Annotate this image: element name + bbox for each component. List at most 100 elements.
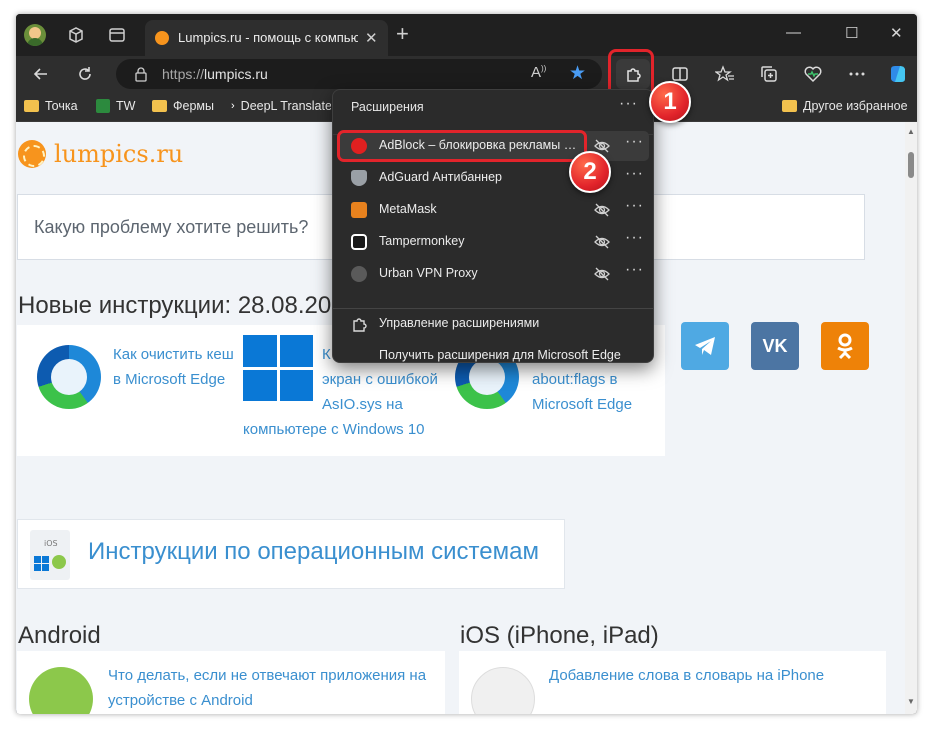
page-scrollbar[interactable]: ▲ ▼ xyxy=(905,122,917,714)
edge-logo-icon xyxy=(37,345,101,409)
odnoklassniki-icon[interactable] xyxy=(821,322,869,370)
scroll-down-icon[interactable]: ▼ xyxy=(907,697,915,706)
extension-name: Urban VPN Proxy xyxy=(379,266,478,280)
address-bar[interactable]: https://lumpics.ru A)) ★ xyxy=(116,59,602,89)
close-window-button[interactable]: ✕ xyxy=(890,24,903,42)
hidden-eye-icon[interactable] xyxy=(593,233,611,251)
folder-icon xyxy=(152,100,167,112)
tab-actions-icon[interactable] xyxy=(107,25,127,45)
urban-vpn-icon xyxy=(351,266,367,282)
search-placeholder: Какую проблему хотите решить? xyxy=(34,217,309,237)
android-link-line[interactable]: устройстве с Android xyxy=(108,688,253,713)
android-link-line[interactable]: Что делать, если не отвечают приложения … xyxy=(108,663,426,688)
url-prefix: https:// xyxy=(162,66,205,82)
extension-name: Tampermonkey xyxy=(379,234,465,248)
news-line: Как очистить кеш xyxy=(113,346,234,363)
manage-extensions-item[interactable]: Управление расширениями xyxy=(351,310,641,338)
logo-text: lumpics.ru xyxy=(54,140,184,168)
favorites-icon[interactable] xyxy=(713,62,737,86)
windows-logo-icon xyxy=(243,335,313,401)
manage-puzzle-icon xyxy=(353,318,367,332)
site-logo[interactable]: lumpics.ru xyxy=(18,140,183,168)
scroll-up-icon[interactable]: ▲ xyxy=(907,127,915,136)
browser-essentials-icon[interactable] xyxy=(801,62,825,86)
minimize-button[interactable]: — xyxy=(786,24,801,41)
extension-more-icon[interactable]: ··· xyxy=(625,261,644,279)
news-line[interactable]: экран с ошибкой xyxy=(322,367,438,392)
bookmark-label: Другое избранное xyxy=(803,99,908,113)
bookmark-fermy[interactable]: Фермы xyxy=(152,99,214,113)
extension-more-icon[interactable]: ··· xyxy=(625,165,644,183)
collections-icon[interactable] xyxy=(757,62,781,86)
news-line[interactable]: about:flags в xyxy=(532,367,618,392)
tab-close-icon[interactable]: ✕ xyxy=(365,29,378,47)
bookmark-label: Фермы xyxy=(173,99,214,113)
news-link-edge-cache[interactable]: Как очистить кеш в Microsoft Edge xyxy=(113,342,243,392)
apple-phone-icon xyxy=(471,667,535,714)
hidden-eye-icon[interactable] xyxy=(593,201,611,219)
news-line: в Microsoft Edge xyxy=(113,371,226,388)
bookmark-other-favorites[interactable]: Другое избранное xyxy=(782,99,908,113)
favorite-star-icon[interactable]: ★ xyxy=(569,62,586,85)
tab-lumpics[interactable]: Lumpics.ru - помощь с компьюте ✕ xyxy=(145,20,388,56)
get-extensions-item[interactable]: Получить расширения для Microsoft Edge xyxy=(351,342,641,370)
svg-text:iOS: iOS xyxy=(44,539,58,548)
ios-heading: iOS (iPhone, iPad) xyxy=(460,622,659,649)
android-robot-icon xyxy=(29,667,93,714)
scroll-thumb[interactable] xyxy=(908,152,914,178)
folder-icon xyxy=(782,100,797,112)
bookmark-label: TW xyxy=(116,99,136,113)
ios-article-card[interactable]: Добавление слова в словарь на iPhone xyxy=(459,651,886,714)
bookmark-label: DeepL Translate xyxy=(240,99,331,113)
back-button[interactable] xyxy=(29,62,53,86)
orange-logo-icon xyxy=(18,140,46,168)
new-tab-button[interactable]: + xyxy=(396,23,409,45)
title-bar: Lumpics.ru - помощь с компьюте ✕ + — ☐ ✕ xyxy=(16,14,917,56)
workspaces-icon[interactable] xyxy=(66,25,86,45)
popup-more-icon[interactable]: ··· xyxy=(619,95,638,113)
toolbar: https://lumpics.ru A)) ★ xyxy=(16,49,917,97)
deepl-icon: › xyxy=(231,100,235,112)
profile-avatar[interactable] xyxy=(24,24,46,46)
url-text[interactable]: https://lumpics.ru xyxy=(162,66,268,82)
maximize-button[interactable]: ☐ xyxy=(845,24,858,42)
news-line[interactable]: Microsoft Edge xyxy=(532,392,632,417)
telegram-icon[interactable] xyxy=(681,322,729,370)
refresh-button[interactable] xyxy=(73,62,97,86)
os-section-title: Инструкции по операционным системам xyxy=(88,538,539,565)
metamask-fox-icon xyxy=(351,202,367,218)
extension-name: MetaMask xyxy=(379,202,437,216)
new-instructions-heading: Новые инструкции: 28.08.2023 xyxy=(18,292,358,319)
news-line[interactable]: AsIO.sys на xyxy=(322,392,403,417)
android-heading: Android xyxy=(18,622,101,649)
ios-link[interactable]: Добавление слова в словарь на iPhone xyxy=(549,663,824,688)
news-line[interactable]: К xyxy=(322,342,331,367)
os-icon: iOS xyxy=(30,530,70,580)
read-aloud-icon[interactable]: A)) xyxy=(531,64,546,81)
copilot-icon[interactable] xyxy=(886,62,910,86)
bookmark-tochka[interactable]: Точка xyxy=(24,99,78,113)
hidden-eye-icon[interactable] xyxy=(593,265,611,283)
adguard-shield-icon xyxy=(351,170,367,186)
os-instructions-card[interactable]: iOS Инструкции по операционным системам xyxy=(17,519,565,589)
extension-more-icon[interactable]: ··· xyxy=(625,229,644,247)
vk-icon[interactable]: VK xyxy=(751,322,799,370)
bookmark-label: Точка xyxy=(45,99,78,113)
extension-more-icon[interactable]: ··· xyxy=(625,133,644,151)
news-line[interactable]: компьютере с Windows 10 xyxy=(243,417,425,442)
settings-more-icon[interactable] xyxy=(845,62,869,86)
extension-row-tampermonkey[interactable]: Tampermonkey ··· xyxy=(339,227,649,257)
extension-name: AdGuard Антибаннер xyxy=(379,170,502,184)
bookmark-tw[interactable]: TW xyxy=(96,99,135,113)
tab-title: Lumpics.ru - помощь с компьюте xyxy=(178,30,358,45)
folder-icon xyxy=(24,100,39,112)
step-badge-2: 2 xyxy=(569,151,611,193)
extension-row-metamask[interactable]: MetaMask ··· xyxy=(339,195,649,225)
extension-row-urban-vpn[interactable]: Urban VPN Proxy ··· xyxy=(339,259,649,289)
android-article-card[interactable]: Что делать, если не отвечают приложения … xyxy=(17,651,445,714)
lumpics-favicon-icon xyxy=(155,31,169,45)
extension-more-icon[interactable]: ··· xyxy=(625,197,644,215)
bookmark-deepl[interactable]: › DeepL Translate xyxy=(231,99,331,113)
divider xyxy=(333,308,653,309)
lock-icon[interactable] xyxy=(133,66,149,82)
